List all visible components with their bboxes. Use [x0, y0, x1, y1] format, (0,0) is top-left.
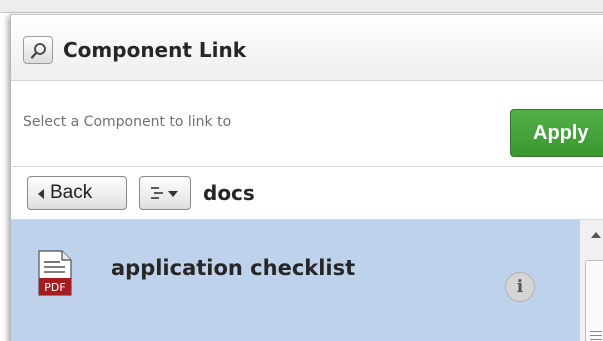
back-button-label: Back — [50, 182, 93, 203]
folder-navigation-bar: Back docs — [11, 167, 603, 219]
dialog-title: Component Link — [63, 38, 247, 62]
component-link-dialog: Component Link Select a Component to lin… — [10, 14, 603, 341]
thumb-grip-line — [590, 331, 602, 332]
component-list: PDF application checklist i — [11, 219, 603, 341]
list-scrollbar[interactable] — [579, 220, 603, 341]
list-item[interactable]: PDF application checklist i — [11, 220, 579, 341]
scroll-thumb[interactable] — [585, 260, 603, 341]
thumb-grip-line — [590, 339, 602, 340]
sort-menu-icon — [151, 187, 178, 199]
dialog-header: Component Link — [11, 15, 603, 81]
back-button[interactable]: Back — [27, 176, 127, 210]
scroll-up-arrow-icon[interactable] — [591, 232, 601, 238]
current-folder-name: docs — [203, 181, 255, 205]
pdf-file-icon: PDF — [38, 250, 72, 296]
thumb-grip-line — [590, 335, 602, 336]
list-item-title: application checklist — [111, 256, 356, 280]
screenshot-frame: Component Link Select a Component to lin… — [0, 0, 603, 341]
magnifier-icon — [30, 43, 46, 59]
component-selector-row: Select a Component to link to Apply — [11, 81, 603, 167]
pdf-badge-label: PDF — [44, 281, 65, 294]
component-selector-label: Select a Component to link to — [23, 114, 232, 130]
sort-menu-button[interactable] — [139, 176, 191, 210]
left-triangle-icon — [38, 189, 44, 199]
window-top-strip — [0, 0, 603, 13]
search-button[interactable] — [23, 36, 53, 64]
apply-button[interactable]: Apply — [510, 109, 603, 157]
info-icon[interactable]: i — [505, 272, 535, 302]
